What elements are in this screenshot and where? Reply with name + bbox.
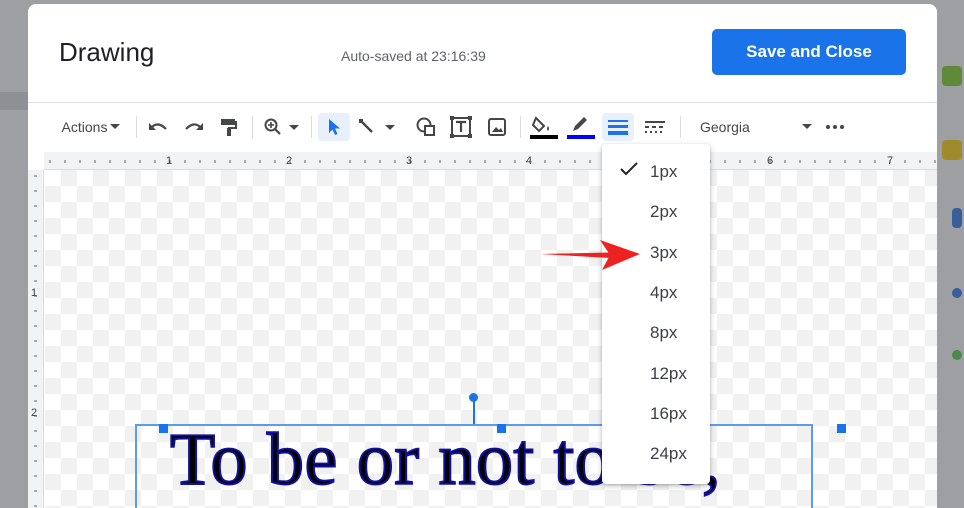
shape-icon[interactable] (412, 113, 440, 141)
toolbar-divider (311, 116, 312, 138)
menu-item-4px[interactable]: 4px (602, 273, 710, 313)
menu-item-label: 24px (650, 444, 687, 464)
menu-item-label: 4px (650, 283, 678, 303)
ruler-label: 2 (286, 155, 293, 167)
redo-icon[interactable] (180, 113, 208, 141)
undo-icon[interactable] (144, 113, 172, 141)
menu-item-24px[interactable]: 24px (602, 434, 710, 474)
paint-format-icon[interactable] (215, 113, 243, 141)
vertical-ruler: 1 2 (28, 170, 44, 508)
toolbar-divider (680, 116, 681, 138)
menu-item-label: 16px (650, 403, 687, 423)
ruler-label: 7 (887, 155, 894, 167)
menu-item-label: 2px (650, 202, 678, 222)
ruler-label: 2 (31, 407, 38, 419)
background-side-icon (942, 140, 962, 160)
select-icon[interactable] (318, 113, 350, 141)
check-icon (620, 162, 638, 176)
background-strip (0, 92, 28, 110)
save-and-close-button[interactable]: Save and Close (712, 29, 906, 75)
font-name: Georgia (700, 119, 750, 135)
menu-item-8px[interactable]: 8px (602, 313, 710, 353)
annotation-arrow-icon (540, 240, 640, 270)
toolbar-divider (136, 116, 137, 138)
text-box-icon[interactable] (447, 113, 475, 141)
ruler-label: 1 (31, 287, 38, 299)
font-select[interactable]: Georgia (692, 113, 818, 141)
ruler-label: 6 (767, 155, 774, 167)
zoom-icon[interactable] (260, 113, 304, 141)
menu-item-label: 3px (650, 242, 678, 262)
background-side-icon (952, 208, 962, 228)
chevron-down-icon (802, 124, 812, 129)
drawing-toolbar: Actions Georgia (28, 102, 937, 150)
resize-handle[interactable] (159, 424, 168, 433)
image-icon[interactable] (483, 113, 511, 141)
resize-handle[interactable] (837, 424, 846, 433)
toolbar-divider (252, 116, 253, 138)
dialog-title: Drawing (59, 37, 155, 67)
ruler-label: 3 (406, 155, 413, 167)
background-side-icon (952, 350, 962, 360)
ruler-label: 1 (166, 155, 173, 167)
background-side-icon (942, 66, 962, 86)
menu-item-16px[interactable]: 16px (602, 394, 710, 434)
border-dash-icon[interactable] (640, 113, 670, 141)
autosave-status: Auto-saved at 23:16:39 (341, 48, 486, 64)
menu-item-12px[interactable]: 12px (602, 353, 710, 393)
line-icon[interactable] (356, 113, 400, 141)
menu-item-label: 8px (650, 323, 678, 343)
border-weight-menu: 1px 2px 3px 4px 8px 12px 16px 24px (602, 144, 710, 484)
actions-label: Actions (61, 119, 108, 135)
more-icon[interactable] (822, 113, 848, 141)
toolbar-divider (520, 116, 521, 138)
border-weight-icon[interactable] (602, 113, 634, 141)
fill-color-icon[interactable] (528, 113, 560, 141)
horizontal-ruler: 1 2 3 4 5 6 7 (44, 152, 937, 170)
ruler-label: 4 (526, 155, 533, 167)
menu-item-1px[interactable]: 1px (602, 152, 710, 192)
menu-item-2px[interactable]: 2px (602, 192, 710, 232)
chevron-down-icon (110, 124, 121, 129)
menu-item-label: 12px (650, 363, 687, 383)
menu-item-label: 1px (650, 162, 678, 182)
actions-menu-button[interactable]: Actions (56, 113, 126, 141)
border-color-icon[interactable] (565, 113, 597, 141)
background-side-icon (952, 288, 962, 298)
